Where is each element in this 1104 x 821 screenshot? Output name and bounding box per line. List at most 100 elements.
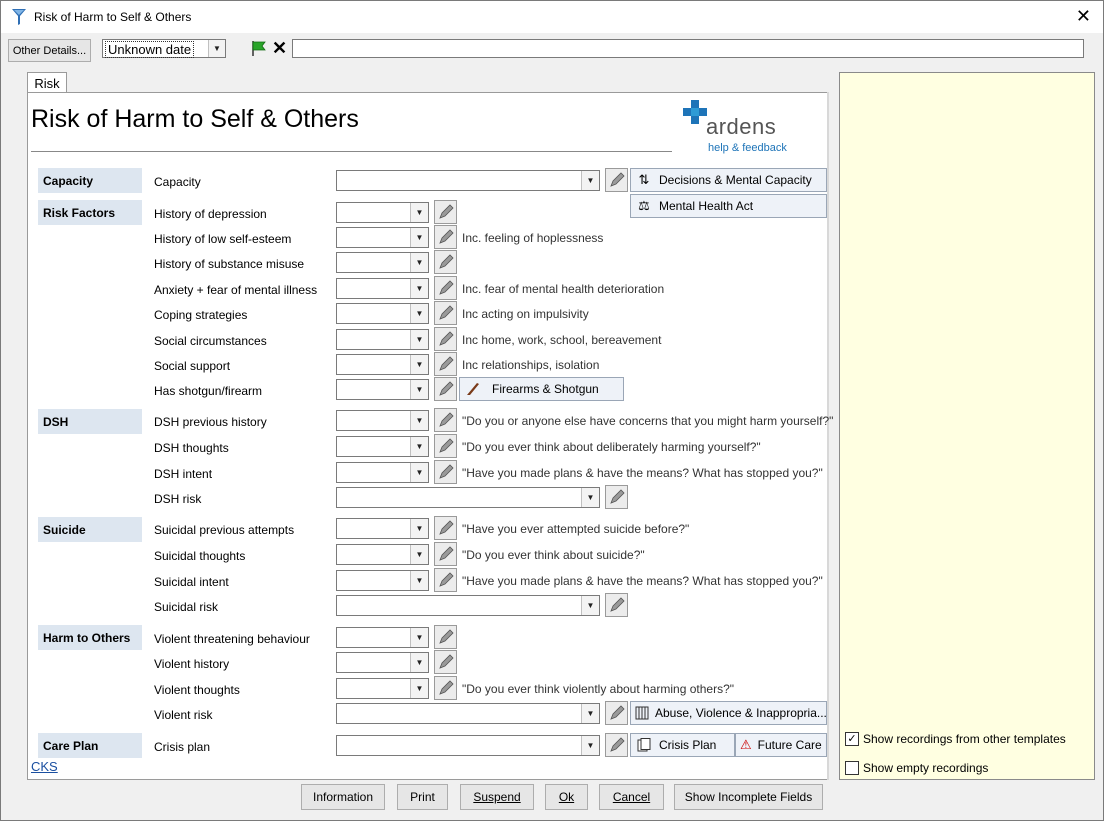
substance-select[interactable]: ▼ [336,252,429,273]
firearm-select[interactable]: ▼ [336,379,429,400]
chevron-down-icon[interactable]: ▼ [581,488,599,507]
future-care-plan-button[interactable]: ⚠ Future Care P [735,733,827,757]
pencil-icon[interactable] [434,377,457,401]
row-hint: "Do you ever think about deliberately ha… [462,440,761,454]
mental-health-act-button[interactable]: ⚖ Mental Health Act [630,194,827,218]
depression-select[interactable]: ▼ [336,202,429,223]
social-support-select[interactable]: ▼ [336,354,429,375]
abuse-violence-button[interactable]: Abuse, Violence & Inappropria... [630,701,827,725]
chevron-down-icon[interactable]: ▼ [410,463,428,482]
note-input[interactable] [292,39,1084,58]
chevron-down-icon[interactable]: ▼ [410,203,428,222]
date-select[interactable]: Unknown date ▼ [102,39,226,58]
cancel-button[interactable]: Cancel [599,784,664,810]
coping-select[interactable]: ▼ [336,303,429,324]
pencil-icon[interactable] [434,516,457,540]
chevron-down-icon[interactable]: ▼ [581,736,599,755]
sui-attempts-select[interactable]: ▼ [336,518,429,539]
clear-icon[interactable]: ✕ [270,39,289,58]
chevron-down-icon[interactable]: ▼ [581,596,599,615]
pencil-icon[interactable] [434,408,457,432]
violent-history-select[interactable]: ▼ [336,652,429,673]
tab-risk[interactable]: Risk [27,72,67,93]
violent-thoughts-select[interactable]: ▼ [336,678,429,699]
pencil-icon[interactable] [434,676,457,700]
other-details-button[interactable]: Other Details... [8,39,91,62]
violent-risk-select[interactable]: ▼ [336,703,600,724]
pencil-icon[interactable] [605,593,628,617]
decisions-mental-capacity-button[interactable]: ⇅ Decisions & Mental Capacity [630,168,827,192]
chevron-down-icon[interactable]: ▼ [410,545,428,564]
violent-threat-select[interactable]: ▼ [336,627,429,648]
pencil-icon[interactable] [434,301,457,325]
chevron-down-icon[interactable]: ▼ [581,704,599,723]
ok-button[interactable]: Ok [545,784,588,810]
pencil-icon[interactable] [434,200,457,224]
green-flag-icon[interactable] [248,39,269,58]
dsh-intent-select[interactable]: ▼ [336,462,429,483]
capacity-select[interactable]: ▼ [336,170,600,191]
pencil-icon[interactable] [434,650,457,674]
row-hint: Inc acting on impulsivity [462,307,589,321]
chevron-down-icon[interactable]: ▼ [410,437,428,456]
pencil-icon[interactable] [434,625,457,649]
show-empty-row[interactable]: Show empty recordings [845,761,988,775]
anxiety-select[interactable]: ▼ [336,278,429,299]
pencil-icon[interactable] [605,168,628,192]
pencil-icon[interactable] [434,460,457,484]
show-other-templates-row[interactable]: ✓ Show recordings from other templates [845,732,1066,746]
chevron-down-icon[interactable]: ▼ [581,171,599,190]
dsh-thoughts-select[interactable]: ▼ [336,436,429,457]
pencil-icon[interactable] [434,276,457,300]
show-incomplete-fields-button[interactable]: Show Incomplete Fields [674,784,823,810]
suspend-button[interactable]: Suspend [460,784,534,810]
suicidal-risk-select[interactable]: ▼ [336,595,600,616]
row-label: Capacity [154,175,201,189]
pencil-icon[interactable] [434,250,457,274]
chevron-down-icon[interactable]: ▼ [410,380,428,399]
chevron-down-icon[interactable]: ▼ [410,228,428,247]
chevron-down-icon[interactable]: ▼ [208,40,225,57]
sui-intent-select[interactable]: ▼ [336,570,429,591]
chevron-down-icon[interactable]: ▼ [410,304,428,323]
chevron-down-icon[interactable]: ▼ [410,571,428,590]
show-other-templates-checkbox[interactable]: ✓ [845,732,859,746]
pencil-icon[interactable] [434,542,457,566]
dsh-history-select[interactable]: ▼ [336,410,429,431]
chevron-down-icon[interactable]: ▼ [410,253,428,272]
pencil-icon[interactable] [605,485,628,509]
dsh-risk-select[interactable]: ▼ [336,487,600,508]
show-empty-checkbox[interactable] [845,761,859,775]
pencil-icon[interactable] [434,327,457,351]
print-button[interactable]: Print [397,784,448,810]
checkbox-label: Show recordings from other templates [863,732,1066,746]
pencil-icon[interactable] [605,733,628,757]
row-label: DSH risk [154,492,202,506]
crisis-plan-button[interactable]: Crisis Plan [630,733,735,757]
chevron-down-icon[interactable]: ▼ [410,628,428,647]
chevron-down-icon[interactable]: ▼ [410,411,428,430]
pencil-icon[interactable] [434,568,457,592]
pencil-icon[interactable] [605,701,628,725]
ref-label: Decisions & Mental Capacity [659,173,812,187]
chevron-down-icon[interactable]: ▼ [410,679,428,698]
chevron-down-icon[interactable]: ▼ [410,279,428,298]
chevron-down-icon[interactable]: ▼ [410,653,428,672]
chevron-down-icon[interactable]: ▼ [410,519,428,538]
row-label: Social circumstances [154,334,267,348]
crisis-plan-select[interactable]: ▼ [336,735,600,756]
firearms-shotgun-button[interactable]: Firearms & Shotgun [459,377,624,401]
information-button[interactable]: Information [301,784,385,810]
checkbox-label: Show empty recordings [863,761,989,775]
pencil-icon[interactable] [434,434,457,458]
self-esteem-select[interactable]: ▼ [336,227,429,248]
chevron-down-icon[interactable]: ▼ [410,355,428,374]
pencil-icon[interactable] [434,352,457,376]
chevron-down-icon[interactable]: ▼ [410,330,428,349]
social-circ-select[interactable]: ▼ [336,329,429,350]
cks-link[interactable]: CKS [31,759,58,774]
help-feedback-link[interactable]: help & feedback [708,142,787,154]
pencil-icon[interactable] [434,225,457,249]
close-icon[interactable]: ✕ [1076,6,1091,26]
sui-thoughts-select[interactable]: ▼ [336,544,429,565]
